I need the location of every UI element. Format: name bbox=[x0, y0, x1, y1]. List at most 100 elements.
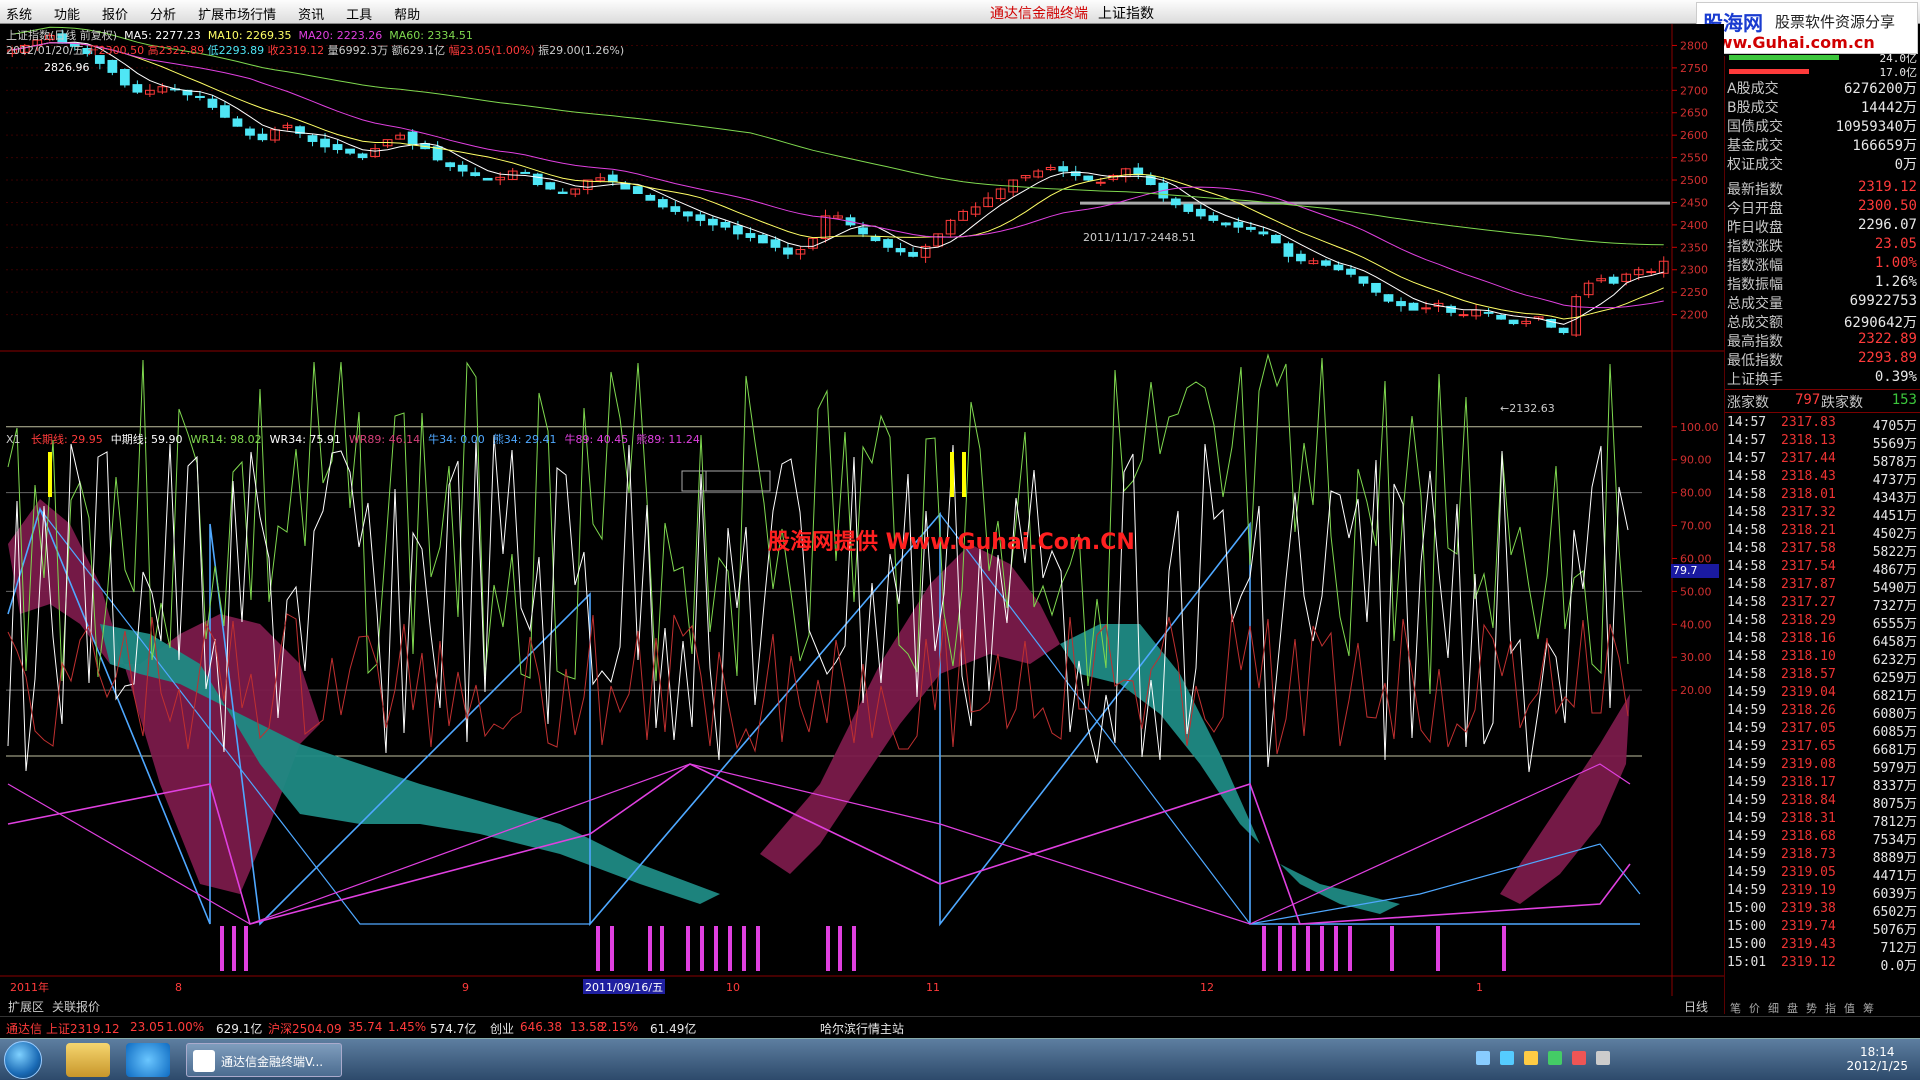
menu-system[interactable]: 系统 bbox=[6, 4, 32, 23]
system-clock[interactable]: 18:14 2012/1/25 bbox=[1846, 1045, 1908, 1073]
quote-label: 指数涨跌 bbox=[1727, 239, 1783, 255]
sell-signal-bar bbox=[1436, 926, 1440, 971]
tick-row: 15:00 2319.43 712万 bbox=[1725, 937, 1920, 956]
tick-row: 14:57 2318.13 5569万 bbox=[1725, 433, 1920, 452]
sell-signal-bar bbox=[232, 926, 236, 971]
tick-time: 14:59 bbox=[1727, 829, 1767, 844]
start-button[interactable] bbox=[4, 1041, 42, 1079]
price-tick-label: 2250 bbox=[1680, 286, 1708, 299]
candle-body bbox=[357, 153, 368, 159]
candle-body bbox=[883, 239, 893, 248]
panel-tab[interactable]: 盘 bbox=[1787, 1000, 1798, 1015]
candle-body bbox=[858, 227, 868, 235]
tick-row: 14:57 2317.44 5878万 bbox=[1725, 451, 1920, 470]
quote-row: 总成交额 6290642万 bbox=[1725, 312, 1920, 331]
menu-analysis[interactable]: 分析 bbox=[150, 4, 176, 23]
tray-shield-icon[interactable] bbox=[1524, 1051, 1538, 1065]
panel-tab[interactable]: 价 bbox=[1749, 1000, 1760, 1015]
menu-function[interactable]: 功能 bbox=[54, 4, 80, 23]
panel-separator bbox=[1725, 412, 1920, 413]
tick-row: 14:58 2318.16 6458万 bbox=[1725, 631, 1920, 650]
time-axis-label: 8 bbox=[175, 981, 182, 994]
tick-row: 14:59 2319.19 6039万 bbox=[1725, 883, 1920, 902]
brand-logo: 股海网 股票软件资源分享 www.Guhai.com.cn bbox=[1696, 2, 1918, 54]
tick-row: 14:58 2317.32 4451万 bbox=[1725, 505, 1920, 524]
candle-body bbox=[1483, 311, 1494, 314]
tab-extension-area[interactable]: 扩展区 bbox=[8, 998, 44, 1015]
tick-time: 14:58 bbox=[1727, 523, 1767, 538]
panel-tab[interactable]: 细 bbox=[1768, 1000, 1779, 1015]
tick-price: 2318.57 bbox=[1781, 667, 1836, 682]
tick-volume: 6080万 bbox=[1872, 707, 1917, 722]
bottom-tab-bar: 扩展区 关联报价 日线 bbox=[0, 996, 1724, 1014]
panel-tab[interactable]: 指 bbox=[1825, 1000, 1836, 1015]
candle-body bbox=[770, 239, 781, 248]
indicator-info: X1 长期线: 29.95 中期线: 59.90 WR14: 98.02 WR34: … bbox=[6, 431, 708, 447]
mid-annotation: 2011/11/17-2448.51 bbox=[1083, 231, 1196, 244]
tick-time: 14:58 bbox=[1727, 505, 1767, 520]
tray-network-icon[interactable] bbox=[1476, 1051, 1490, 1065]
sell-signal-bar bbox=[1278, 926, 1282, 971]
tick-price: 2319.05 bbox=[1781, 865, 1836, 880]
tray-flag-icon[interactable] bbox=[1572, 1051, 1586, 1065]
bar-date: 2012/01/20/五 bbox=[6, 44, 85, 57]
candle-body bbox=[520, 171, 531, 174]
panel-tab[interactable]: 势 bbox=[1806, 1000, 1817, 1015]
quote-label: 指数振幅 bbox=[1727, 277, 1783, 293]
quote-row: 上证换手 0.39% bbox=[1725, 369, 1920, 388]
menu-quote[interactable]: 报价 bbox=[102, 4, 128, 23]
tick-volume: 6085万 bbox=[1872, 725, 1917, 740]
folder-icon[interactable] bbox=[66, 1043, 110, 1077]
ticker-item: 上证2319.12 bbox=[46, 1022, 120, 1036]
index-ticker-bar: 通达信 上证2319.12 23.05 1.00% 629.1亿 沪深2504.09 35.… bbox=[0, 1016, 1920, 1036]
tick-row: 14:59 2319.05 4471万 bbox=[1725, 865, 1920, 884]
indicator-title: X1 bbox=[6, 433, 21, 446]
ie-icon[interactable] bbox=[126, 1043, 170, 1077]
chart-canvas[interactable]: 2200 2250 2300 2350 2400 2450 2500 2550 2600 2650… bbox=[0, 24, 1724, 996]
indicator-tick-label: 90.00 bbox=[1680, 454, 1712, 467]
candle-body bbox=[670, 206, 681, 212]
candle-body bbox=[1133, 167, 1144, 176]
menu-tools[interactable]: 工具 bbox=[346, 4, 372, 23]
bar-amount: 额629.1亿 bbox=[391, 44, 446, 57]
sell-signal-bar bbox=[660, 926, 664, 971]
panel-tab[interactable]: 笔 bbox=[1730, 1000, 1741, 1015]
bar-swing: 振29.00(1.26%) bbox=[538, 44, 625, 57]
ticker-item: 35.74 bbox=[348, 1020, 383, 1034]
taskbar-app-item[interactable]: 通达信金融终端V... bbox=[186, 1043, 342, 1077]
panel-tab[interactable]: 值 bbox=[1844, 1000, 1855, 1015]
advance-value: 797 bbox=[1795, 392, 1821, 408]
tab-related-quote[interactable]: 关联报价 bbox=[52, 998, 100, 1015]
tick-row: 15:00 2319.74 5076万 bbox=[1725, 919, 1920, 938]
tray-help-icon[interactable] bbox=[1500, 1051, 1514, 1065]
tick-price: 2318.13 bbox=[1781, 433, 1836, 448]
quote-label: 今日开盘 bbox=[1727, 201, 1783, 217]
candle-body bbox=[1208, 215, 1219, 221]
chart-area[interactable]: 2200 2250 2300 2350 2400 2450 2500 2550 2600 2650… bbox=[0, 24, 1724, 1014]
menu-extended-market[interactable]: 扩展市场行情 bbox=[198, 4, 276, 23]
menu-help[interactable]: 帮助 bbox=[394, 4, 420, 23]
tick-time: 15:00 bbox=[1727, 937, 1767, 952]
tray-volume-icon[interactable] bbox=[1596, 1051, 1610, 1065]
tray-app-icon[interactable] bbox=[1548, 1051, 1562, 1065]
low-annotation: ←2132.63 bbox=[1500, 402, 1555, 415]
tab-daily-period[interactable]: 日线 bbox=[1684, 998, 1708, 1015]
advance-decline-row: 涨家数 797 跌家数 153 bbox=[1725, 392, 1920, 411]
bar-low: 低2293.89 bbox=[207, 44, 265, 57]
panel-tab[interactable]: 筹 bbox=[1863, 1000, 1874, 1015]
tick-time: 14:58 bbox=[1727, 541, 1767, 556]
tick-time: 14:59 bbox=[1727, 847, 1767, 862]
volume-row: 基金成交 166659万 bbox=[1725, 135, 1920, 154]
tick-price: 2319.08 bbox=[1781, 757, 1836, 772]
candle-body bbox=[1183, 203, 1194, 212]
indicator-value: 熊89: 11.24 bbox=[636, 433, 700, 446]
tick-row: 14:59 2318.31 7812万 bbox=[1725, 811, 1920, 830]
tick-volume: 4343万 bbox=[1872, 491, 1917, 506]
menu-info[interactable]: 资讯 bbox=[298, 4, 324, 23]
decline-label: 跌家数 bbox=[1821, 395, 1863, 411]
top-value-row: 24.0亿 bbox=[1725, 50, 1920, 65]
candle-body bbox=[682, 211, 693, 217]
sell-signal-bar bbox=[1320, 926, 1324, 971]
ma10-value: MA10: 2269.35 bbox=[207, 29, 292, 42]
panel-tabs: 笔价细盘势指值筹 bbox=[1724, 1000, 1920, 1015]
